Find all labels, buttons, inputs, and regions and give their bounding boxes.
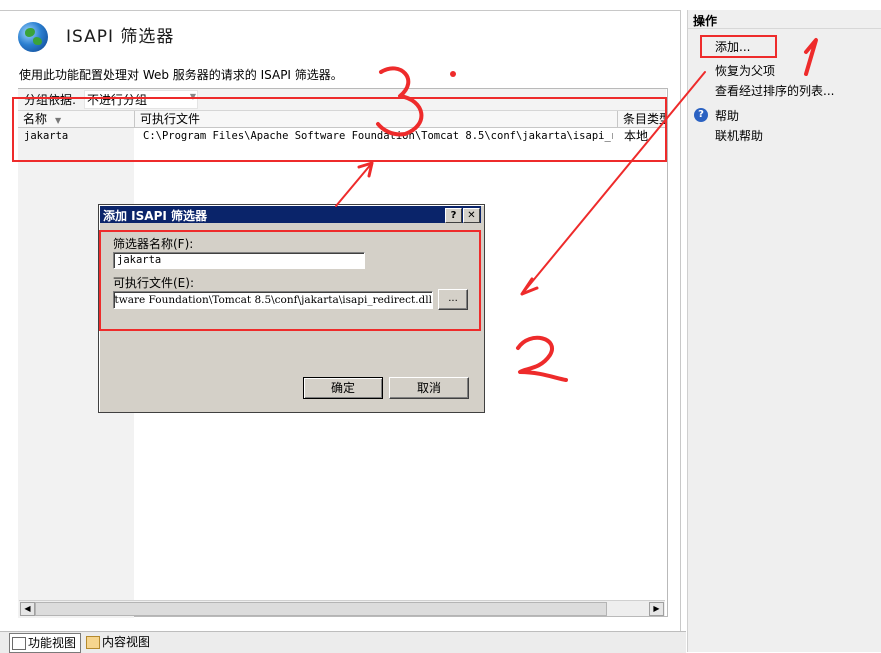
annotation-box-list xyxy=(12,97,667,162)
dialog-help-button[interactable]: ? xyxy=(445,208,462,223)
tab-feature-view-label: 功能视图 xyxy=(28,636,77,650)
dialog-title: 添加 ISAPI 筛选器 xyxy=(103,209,208,223)
page-description: 使用此功能配置处理对 Web 服务器的请求的 ISAPI 筛选器。 xyxy=(19,68,343,82)
scroll-right-icon[interactable]: ▶ xyxy=(649,602,664,616)
scrollbar-thumb[interactable] xyxy=(35,602,607,616)
folder-icon xyxy=(86,636,100,649)
tab-content-view-label: 内容视图 xyxy=(102,635,151,649)
tab-content-view[interactable]: 内容视图 xyxy=(84,633,154,651)
feature-view-icon xyxy=(12,637,26,650)
annotation-box-add xyxy=(700,35,777,58)
help-icon: ? xyxy=(694,108,708,122)
online-help-link[interactable]: 联机帮助 xyxy=(715,127,763,144)
ok-button[interactable]: 确定 xyxy=(303,377,383,399)
view-sorted-list-link[interactable]: 查看经过排序的列表... xyxy=(715,82,834,99)
scroll-left-icon[interactable]: ◀ xyxy=(20,602,35,616)
tab-feature-view[interactable]: 功能视图 xyxy=(9,633,82,653)
actions-title: 操作 xyxy=(693,14,718,28)
help-link[interactable]: 帮助 xyxy=(715,107,739,124)
globe-icon xyxy=(18,22,48,52)
annotation-box-dialog xyxy=(99,230,481,331)
page-title: ISAPI 筛选器 xyxy=(66,27,175,47)
horizontal-scrollbar[interactable]: ◀ ▶ xyxy=(19,600,665,616)
restore-parent-link[interactable]: 恢复为父项 xyxy=(715,62,775,79)
actions-divider xyxy=(688,28,881,29)
cancel-button[interactable]: 取消 xyxy=(389,377,469,399)
dialog-close-button[interactable]: ✕ xyxy=(463,208,480,223)
